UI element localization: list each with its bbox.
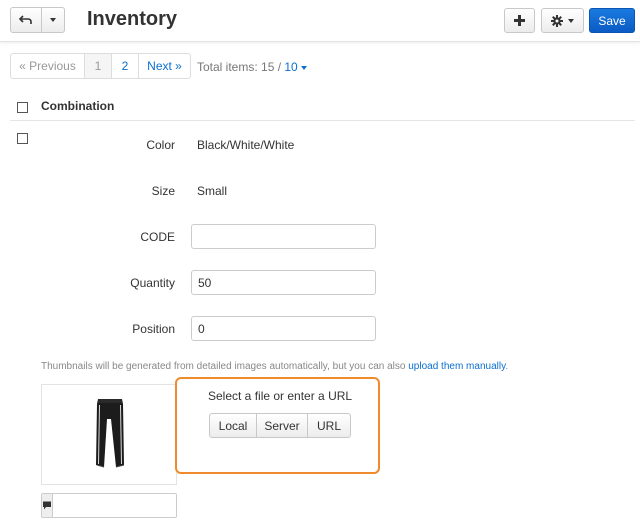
settings-dropdown-button[interactable] <box>541 8 584 33</box>
upload-local-button[interactable]: Local <box>209 413 257 438</box>
upload-url-button[interactable]: URL <box>308 413 351 438</box>
total-items-text: Total items: 15 / <box>197 60 285 74</box>
chevron-down-icon <box>300 65 307 70</box>
code-label: CODE <box>140 230 175 244</box>
quantity-label: Quantity <box>130 276 175 290</box>
select-all-checkbox[interactable] <box>17 102 28 113</box>
alt-text-field <box>41 493 216 518</box>
product-image-preview[interactable] <box>41 384 177 485</box>
upload-server-button[interactable]: Server <box>257 413 308 438</box>
top-toolbar: Inventory Save <box>0 0 640 42</box>
total-items: Total items: 15 / 10 <box>197 60 307 74</box>
column-header-combination: Combination <box>41 99 115 113</box>
code-input[interactable] <box>191 224 376 249</box>
image-uploader: Select a file or enter a URL Local Serve… <box>175 377 380 474</box>
pagination: « Previous 1 2 Next » <box>10 53 191 79</box>
back-button-group <box>10 7 65 33</box>
quantity-input[interactable] <box>191 270 376 295</box>
color-label: Color <box>146 138 175 152</box>
header-divider <box>10 120 635 121</box>
chevron-down-icon <box>50 18 56 22</box>
back-dropdown-button[interactable] <box>42 7 65 33</box>
pagination-next[interactable]: Next » <box>139 54 190 78</box>
plus-icon <box>514 15 525 26</box>
items-per-page-value: 10 <box>284 60 298 74</box>
uploader-caption: Select a file or enter a URL <box>208 389 353 403</box>
page-title: Inventory <box>87 8 178 30</box>
pagination-previous[interactable]: « Previous <box>11 54 85 78</box>
back-button[interactable] <box>10 7 42 33</box>
position-label: Position <box>132 322 175 336</box>
color-value: Black/White/White <box>197 138 295 152</box>
pagination-page-2[interactable]: 2 <box>112 54 139 78</box>
back-arrow-icon <box>19 15 32 24</box>
pagination-page-1[interactable]: 1 <box>85 54 112 78</box>
chevron-down-icon <box>568 18 574 23</box>
thumbnail-hint-text: Thumbnails will be generated from detail… <box>41 361 409 372</box>
save-button[interactable]: Save <box>589 8 635 33</box>
upload-manually-link[interactable]: upload them manually <box>408 361 505 372</box>
upload-source-buttons: Local Server URL <box>209 413 351 438</box>
size-label: Size <box>151 184 175 198</box>
items-per-page-select[interactable]: 10 <box>284 60 307 74</box>
thumbnail-hint-end: . <box>505 361 509 372</box>
gear-icon <box>551 14 563 27</box>
alt-text-input[interactable] <box>53 494 216 517</box>
add-button[interactable] <box>504 8 535 33</box>
size-value: Small <box>197 184 228 198</box>
thumbnail-hint: Thumbnails will be generated from detail… <box>41 361 508 372</box>
speech-bubble-icon <box>42 494 53 517</box>
position-input[interactable] <box>191 316 376 341</box>
pants-product-image <box>96 399 125 468</box>
